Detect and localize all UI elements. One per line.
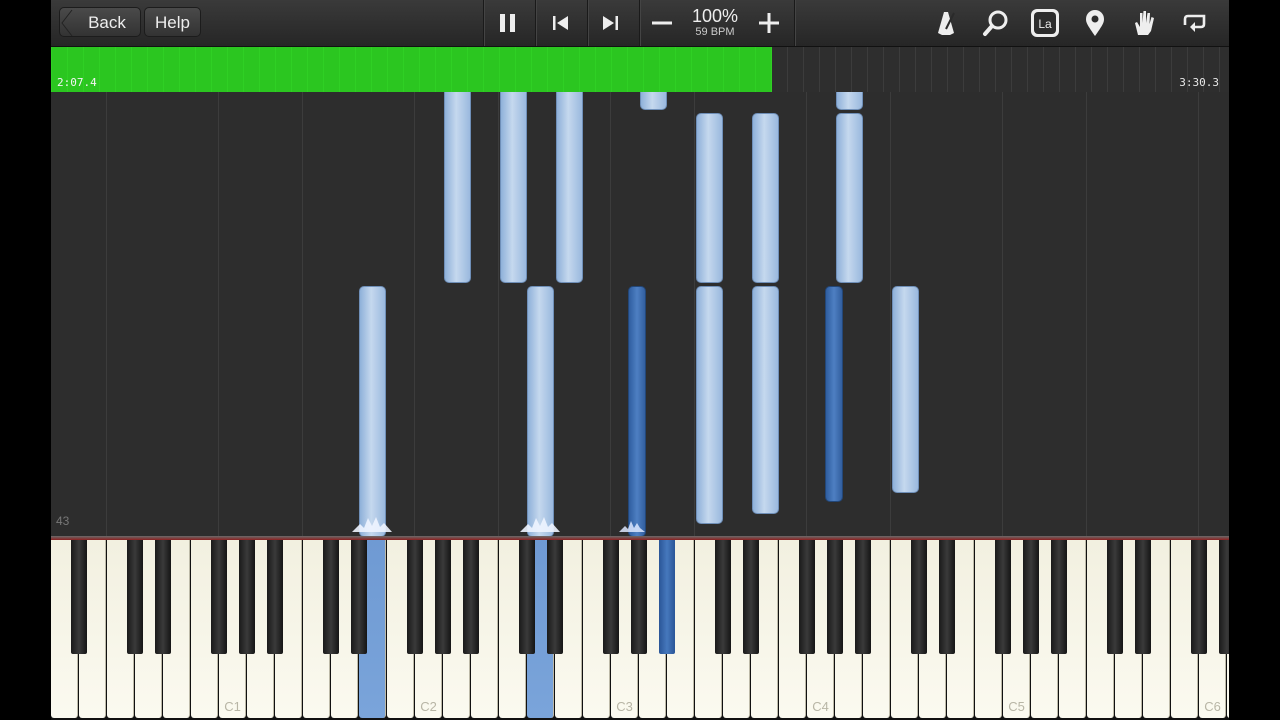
toolbar-divider bbox=[483, 0, 484, 46]
magnifier-icon[interactable] bbox=[979, 6, 1013, 40]
black-key[interactable] bbox=[939, 540, 955, 654]
note-playing bbox=[628, 286, 646, 537]
speed-percent: 100% bbox=[691, 6, 739, 26]
note bbox=[696, 113, 723, 283]
black-key[interactable] bbox=[519, 540, 535, 654]
black-key[interactable] bbox=[799, 540, 815, 654]
note-playing bbox=[527, 286, 554, 537]
piano-keyboard[interactable]: C1 C2 C3 C4 C5 C6 bbox=[51, 540, 1229, 720]
grid-line bbox=[106, 92, 107, 537]
metronome-icon[interactable] bbox=[929, 6, 963, 40]
black-key[interactable] bbox=[71, 540, 87, 654]
black-key[interactable] bbox=[827, 540, 843, 654]
black-key[interactable] bbox=[1191, 540, 1207, 654]
black-key[interactable] bbox=[435, 540, 451, 654]
pause-icon[interactable] bbox=[491, 6, 525, 40]
black-key[interactable] bbox=[743, 540, 759, 654]
note bbox=[556, 92, 583, 283]
label-la-icon[interactable]: La bbox=[1028, 6, 1062, 40]
skip-back-icon[interactable] bbox=[544, 6, 578, 40]
grid-line bbox=[694, 92, 695, 537]
help-label: Help bbox=[155, 13, 190, 32]
octave-label: C6 bbox=[1204, 699, 1221, 714]
hit-sparkle-icon bbox=[352, 517, 392, 532]
help-button[interactable]: Help bbox=[144, 7, 201, 37]
octave-label: C3 bbox=[616, 699, 633, 714]
note bbox=[500, 92, 527, 283]
toolbar-divider bbox=[794, 0, 795, 46]
note bbox=[752, 113, 779, 283]
grid-line bbox=[302, 92, 303, 537]
total-time: 3:30.3 bbox=[1179, 76, 1219, 89]
black-key[interactable] bbox=[1219, 540, 1229, 654]
progress-fill bbox=[51, 47, 772, 92]
octave-label: C4 bbox=[812, 699, 829, 714]
note-playing bbox=[359, 286, 386, 537]
black-key[interactable] bbox=[1051, 540, 1067, 654]
note bbox=[752, 286, 779, 514]
minus-icon[interactable] bbox=[645, 6, 679, 40]
falling-notes-area: 43 bbox=[51, 92, 1229, 537]
hit-sparkle-icon bbox=[520, 517, 560, 532]
grid-line bbox=[1002, 92, 1003, 537]
skip-forward-icon[interactable] bbox=[593, 6, 627, 40]
hit-sparkle-icon bbox=[619, 521, 645, 532]
black-key[interactable] bbox=[547, 540, 563, 654]
grid-line bbox=[806, 92, 807, 537]
note bbox=[836, 92, 863, 110]
svg-text:La: La bbox=[1038, 17, 1052, 31]
black-key[interactable] bbox=[1135, 540, 1151, 654]
grid-line bbox=[414, 92, 415, 537]
black-key[interactable] bbox=[463, 540, 479, 654]
toolbar-divider bbox=[587, 0, 588, 46]
note bbox=[640, 92, 667, 110]
black-key[interactable] bbox=[407, 540, 423, 654]
note bbox=[825, 286, 843, 502]
black-key[interactable] bbox=[603, 540, 619, 654]
location-pin-icon[interactable] bbox=[1078, 6, 1112, 40]
black-key[interactable] bbox=[715, 540, 731, 654]
octave-label: C1 bbox=[224, 699, 241, 714]
black-key[interactable] bbox=[323, 540, 339, 654]
black-key[interactable] bbox=[995, 540, 1011, 654]
grid-line bbox=[610, 92, 611, 537]
grid-line bbox=[1086, 92, 1087, 537]
black-key[interactable] bbox=[659, 540, 675, 654]
grid-line bbox=[498, 92, 499, 537]
octave-label: C2 bbox=[420, 699, 437, 714]
loop-icon[interactable] bbox=[1177, 6, 1211, 40]
note bbox=[836, 113, 863, 283]
note bbox=[696, 286, 723, 524]
grid-line bbox=[890, 92, 891, 537]
hand-icon[interactable] bbox=[1127, 6, 1161, 40]
measure-number: 43 bbox=[56, 514, 70, 528]
current-time: 2:07.4 bbox=[57, 76, 97, 89]
progress-bar[interactable]: 2:07.4 3:30.3 bbox=[51, 47, 1229, 92]
toolbar: Back Help 100% 59 BPM La bbox=[51, 0, 1229, 47]
black-key[interactable] bbox=[855, 540, 871, 654]
note bbox=[444, 92, 471, 283]
synthesia-app: Back Help 100% 59 BPM La 2:07.4 3:30.3 4… bbox=[51, 0, 1229, 720]
black-key[interactable] bbox=[1107, 540, 1123, 654]
toolbar-divider bbox=[535, 0, 536, 46]
plus-icon[interactable] bbox=[752, 6, 786, 40]
grid-line bbox=[218, 92, 219, 537]
black-key[interactable] bbox=[351, 540, 367, 654]
grid-line bbox=[1198, 92, 1199, 537]
black-key[interactable] bbox=[1023, 540, 1039, 654]
speed-bpm: 59 BPM bbox=[695, 26, 735, 38]
back-label: Back bbox=[88, 13, 126, 32]
note bbox=[892, 286, 919, 493]
black-key[interactable] bbox=[239, 540, 255, 654]
toolbar-divider bbox=[639, 0, 640, 46]
back-arrow-icon bbox=[61, 9, 73, 37]
black-key[interactable] bbox=[127, 540, 143, 654]
black-key[interactable] bbox=[211, 540, 227, 654]
octave-label: C5 bbox=[1008, 699, 1025, 714]
black-key[interactable] bbox=[267, 540, 283, 654]
black-key[interactable] bbox=[631, 540, 647, 654]
black-key[interactable] bbox=[911, 540, 927, 654]
black-key[interactable] bbox=[155, 540, 171, 654]
back-button[interactable]: Back bbox=[59, 7, 141, 37]
